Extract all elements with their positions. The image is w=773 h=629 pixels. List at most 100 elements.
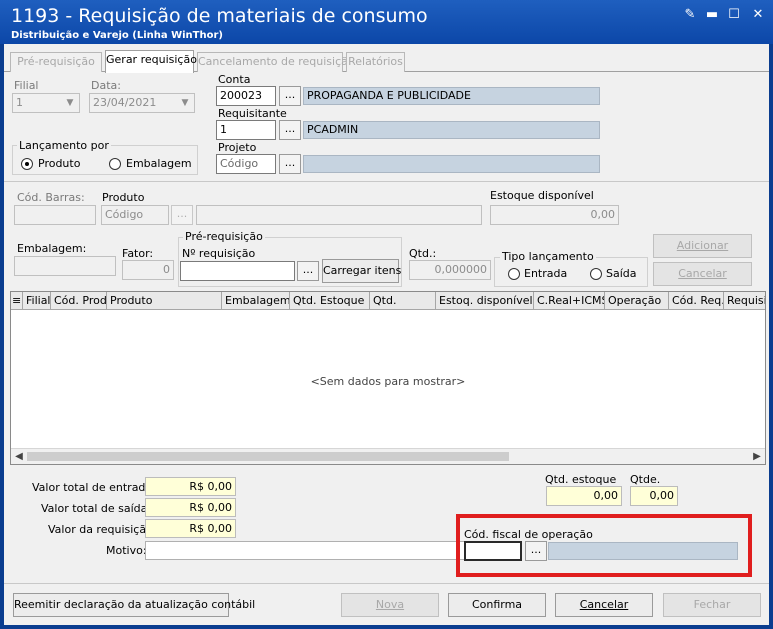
requisitante-label: Requisitante (218, 107, 287, 120)
scroll-left-icon[interactable]: ◀ (12, 450, 26, 464)
grid-empty-message: <Sem dados para mostrar> (310, 375, 466, 388)
confirma-button[interactable]: Confirma (448, 593, 546, 617)
section-divider (4, 181, 769, 182)
grid-header: ≡ Filial Cód. Prod. Produto Embalagem Qt… (11, 292, 765, 310)
entrada-radio[interactable] (508, 268, 520, 280)
window-title: 1193 - Requisição de materiais de consum… (11, 5, 428, 27)
estoque-value: 0,00 (490, 205, 619, 225)
cancelar-button[interactable]: Cancelar (555, 593, 653, 617)
embalagem-input[interactable] (14, 256, 116, 276)
produto-code-input[interactable]: Código (101, 205, 169, 225)
tab-bar: Pré-requisição Gerar requisição Cancelam… (4, 50, 769, 73)
fator-value: 0 (122, 260, 174, 280)
filial-select[interactable]: 1 ▼ (12, 93, 80, 113)
col-requisitante[interactable]: Requisit (724, 292, 765, 309)
projeto-lookup-button[interactable]: ... (279, 154, 301, 174)
motivo-label: Motivo: (106, 544, 147, 557)
conta-description: PROPAGANDA E PUBLICIDADE (303, 87, 600, 105)
produto-label: Produto (102, 191, 145, 204)
conta-code-input[interactable]: 200023 (216, 86, 276, 106)
prerequisicao-group-title: Pré-requisição (183, 230, 265, 243)
col-cod-prod[interactable]: Cód. Prod. (51, 292, 107, 309)
col-produto[interactable]: Produto (107, 292, 222, 309)
tab-relatorios[interactable]: Relatórios (346, 52, 405, 72)
col-qtd[interactable]: Qtd. (370, 292, 436, 309)
qtde-label: Qtde. (630, 473, 661, 486)
scrollbar-thumb[interactable] (27, 452, 509, 461)
client-area: Pré-requisição Gerar requisição Cancelam… (4, 44, 769, 625)
motivo-input[interactable] (145, 541, 465, 560)
tipo-lancamento-title: Tipo lançamento (500, 250, 596, 263)
footer-divider (4, 583, 769, 584)
highlight-box (456, 514, 752, 577)
nreq-input[interactable] (180, 261, 295, 281)
close-icon[interactable]: ✕ (751, 8, 765, 22)
saidas-label: Valor total de saídas: (41, 502, 157, 515)
produto-radio-label: Produto (38, 157, 81, 170)
nova-button[interactable]: Nova (341, 593, 439, 617)
col-cod-req[interactable]: Cód. Req. (669, 292, 724, 309)
adicionar-button[interactable]: Adicionar (653, 234, 752, 258)
qtd-estoque-value: 0,00 (546, 486, 622, 506)
conta-label: Conta (218, 73, 251, 86)
saidas-value: R$ 0,00 (145, 498, 236, 517)
cod-barras-input[interactable] (14, 205, 96, 225)
fechar-button[interactable]: Fechar (663, 593, 761, 617)
estoque-label: Estoque disponível (490, 189, 594, 202)
reemitir-button[interactable]: Reemitir declaração da atualização contá… (13, 593, 255, 617)
edit-icon[interactable]: ✎ (683, 8, 697, 22)
col-creal-icms[interactable]: C.Real+ICMS (534, 292, 605, 309)
tab-cancelamento[interactable]: Cancelamento de requisição (197, 52, 355, 72)
col-filial[interactable]: Filial (23, 292, 51, 309)
title-bar: 1193 - Requisição de materiais de consum… (0, 0, 773, 44)
projeto-description (303, 155, 600, 173)
requisitante-code-input[interactable]: 1 (216, 120, 276, 140)
nreq-lookup-button[interactable]: ... (297, 261, 319, 281)
col-qtd-estoque[interactable]: Qtd. Estoque (290, 292, 370, 309)
col-estoq-disponivel[interactable]: Estoq. disponível (436, 292, 534, 309)
qtde-value: 0,00 (630, 486, 678, 506)
app-window: 1193 - Requisição de materiais de consum… (0, 0, 773, 629)
horizontal-scrollbar[interactable]: ◀ ▶ (11, 448, 765, 464)
embalagem-radio[interactable] (109, 158, 121, 170)
data-label: Data: (91, 79, 121, 92)
nreq-label: Nº requisição (182, 247, 256, 260)
embalagem-radio-label: Embalagem (126, 157, 192, 170)
data-field[interactable]: 23/04/2021 ▼ (89, 93, 195, 113)
cancelar-item-label: Cancelar (678, 267, 727, 280)
maximize-icon[interactable]: ☐ (727, 8, 741, 22)
qtd-value[interactable]: 0,000000 (409, 260, 491, 280)
saida-radio-label: Saída (606, 267, 637, 280)
items-grid[interactable]: ≡ Filial Cód. Prod. Produto Embalagem Qt… (10, 291, 766, 465)
projeto-code-input[interactable]: Código (216, 154, 276, 174)
tab-gerar-requisicao[interactable]: Gerar requisição (105, 50, 197, 73)
cancelar-item-button[interactable]: Cancelar (653, 262, 752, 286)
requisicao-value: R$ 0,00 (145, 519, 236, 538)
produto-lookup-button[interactable]: ... (171, 205, 193, 225)
requisitante-lookup-button[interactable]: ... (279, 120, 301, 140)
qtd-estoque-label: Qtd. estoque (545, 473, 617, 486)
carregar-itens-button[interactable]: Carregar itens (322, 259, 401, 283)
conta-lookup-button[interactable]: ... (279, 86, 301, 106)
saida-radio[interactable] (590, 268, 602, 280)
chevron-down-icon: ▼ (181, 98, 189, 108)
minimize-icon[interactable]: ▬ (705, 8, 719, 22)
scroll-right-icon[interactable]: ▶ (750, 450, 764, 464)
produto-description (196, 205, 482, 225)
entradas-label: Valor total de entradas: (32, 481, 162, 494)
entradas-value: R$ 0,00 (145, 477, 236, 496)
adicionar-label: Adicionar (676, 239, 729, 252)
grid-menu-icon[interactable]: ≡ (11, 292, 23, 309)
col-operacao[interactable]: Operação (605, 292, 669, 309)
produto-radio[interactable] (21, 158, 33, 170)
nova-label: Nova (375, 598, 405, 611)
fator-label: Fator: (122, 247, 154, 260)
entrada-radio-label: Entrada (524, 267, 568, 280)
cancelar-label: Cancelar (579, 598, 629, 611)
filial-label: Filial (14, 79, 39, 92)
requisitante-description: PCADMIN (303, 121, 600, 139)
projeto-label: Projeto (218, 141, 257, 154)
tab-pre-requisicao[interactable]: Pré-requisição (10, 52, 102, 72)
col-embalagem[interactable]: Embalagem (222, 292, 290, 309)
cod-barras-label: Cód. Barras: (17, 191, 85, 204)
